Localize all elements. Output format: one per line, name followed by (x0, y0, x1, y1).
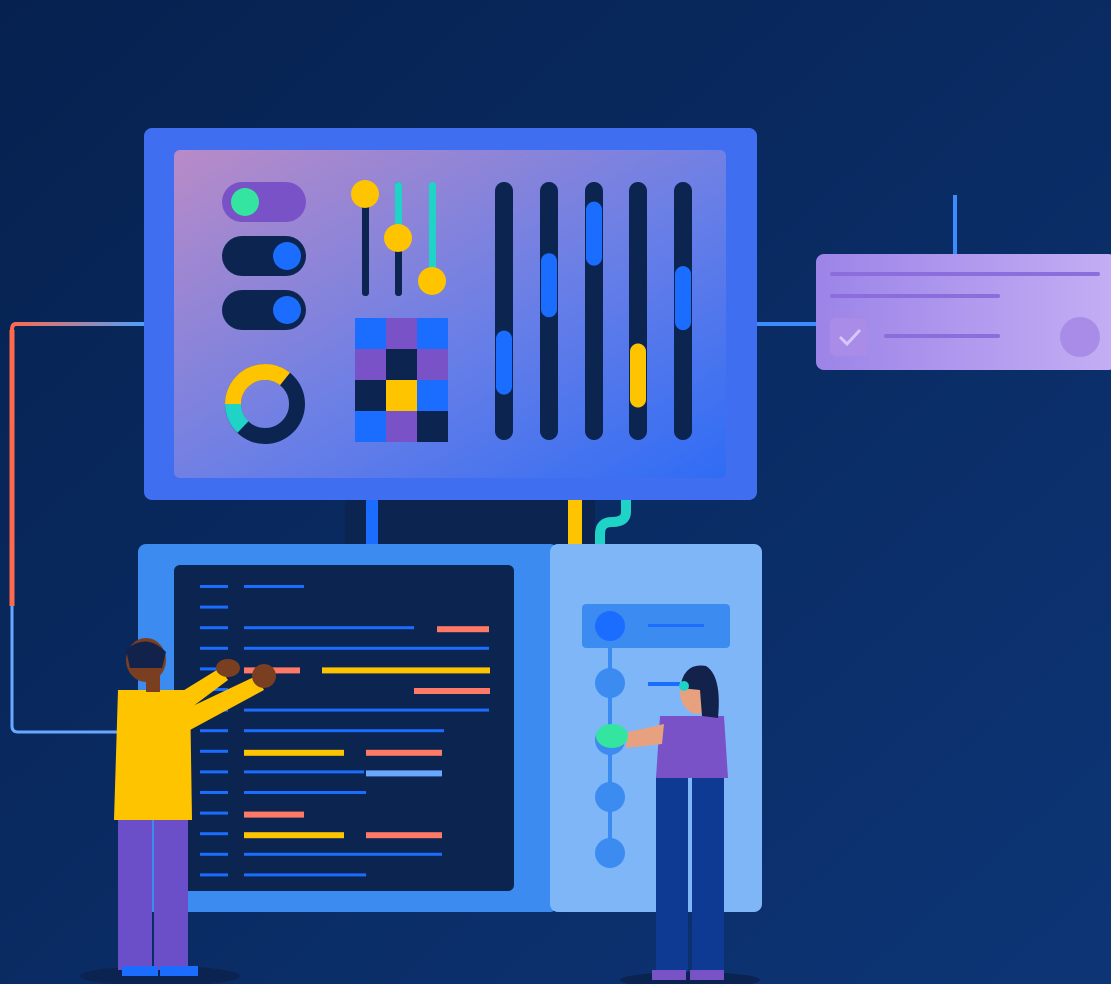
code-line (200, 811, 228, 815)
card-line-3 (884, 334, 1000, 338)
slider-track (495, 182, 513, 440)
checkbox-icon (830, 318, 868, 356)
code-line (366, 749, 442, 756)
cable-yellow (568, 500, 582, 544)
slider-knob (541, 253, 557, 318)
code-line (200, 729, 228, 733)
avatar-circle-icon (1060, 317, 1100, 357)
illustration (0, 0, 1111, 984)
code-line (244, 626, 414, 630)
code-line (200, 770, 228, 774)
card-line-2 (830, 294, 1000, 298)
code-line (244, 585, 304, 588)
step-dot (595, 782, 625, 812)
step-dot (595, 668, 625, 698)
code-line (200, 605, 228, 609)
dashboard-monitor (144, 128, 757, 500)
code-line (244, 646, 489, 650)
code-line (366, 770, 442, 777)
code-line (322, 667, 490, 674)
slider-knob (675, 266, 691, 331)
code-line (414, 688, 490, 694)
code-line (244, 873, 366, 877)
code-line (200, 873, 228, 877)
toggle-switch-icon (222, 236, 306, 276)
card-line-1 (830, 272, 1100, 276)
cable-blue (366, 500, 378, 544)
code-line (200, 852, 228, 856)
code-line (244, 749, 344, 756)
step-dot (595, 611, 625, 641)
code-line (244, 852, 442, 856)
code-line (244, 708, 489, 712)
toggle-switch-icon (222, 182, 306, 222)
code-line (200, 585, 228, 588)
code-line (244, 791, 366, 794)
step-dot (595, 838, 625, 868)
code-line (244, 811, 304, 818)
code-line (200, 791, 228, 794)
slider-knob (496, 330, 512, 395)
code-line (366, 832, 442, 839)
code-line (200, 626, 228, 630)
code-line (437, 626, 489, 633)
code-line (200, 646, 228, 650)
code-line (244, 770, 364, 774)
code-line (200, 832, 228, 836)
slider-knob (586, 201, 602, 266)
cable-bay (345, 500, 595, 544)
toggle-switch-icon (222, 290, 306, 330)
code-screen (174, 565, 514, 891)
slider-knob (630, 343, 646, 408)
notification-card (816, 254, 1111, 370)
pixel-grid-icon (355, 318, 448, 442)
code-line (244, 729, 444, 733)
code-line (244, 832, 344, 839)
code-line (200, 749, 228, 753)
